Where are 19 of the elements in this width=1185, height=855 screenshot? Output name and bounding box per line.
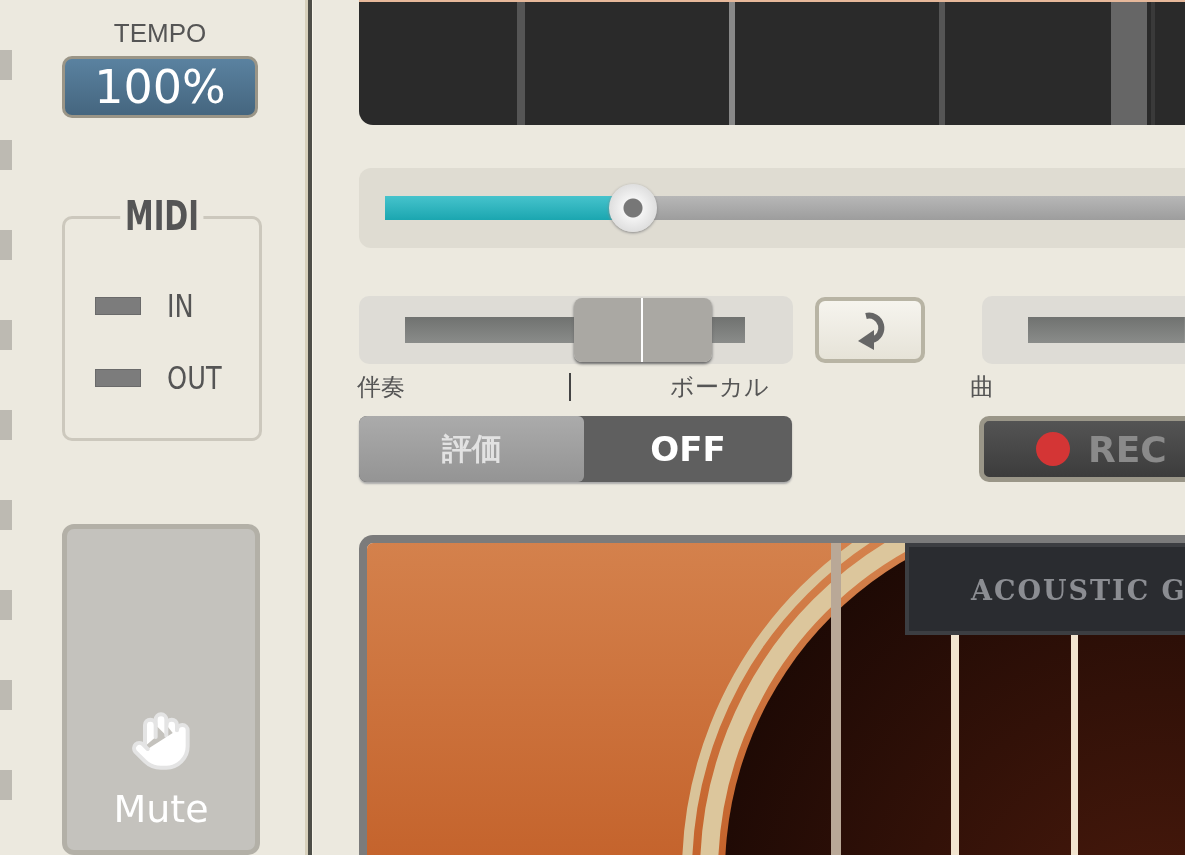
accompaniment-label: 伴奏 — [357, 372, 405, 403]
guitar-brand-label: ACOUSTIC G — [905, 543, 1185, 635]
center-mark — [569, 373, 571, 401]
midi-port-label: OUT — [167, 359, 222, 398]
rating-label: 評価 — [441, 429, 502, 468]
rating-toggle[interactable]: 評価 OFF — [359, 416, 792, 482]
position-slider-thumb[interactable] — [609, 184, 657, 232]
toggle-state-label: OFF — [649, 428, 727, 471]
balance-slider-thumb[interactable] — [574, 298, 713, 362]
song-label: 曲 — [970, 372, 994, 403]
vocal-label: ボーカル — [670, 372, 770, 403]
midi-port-label: IN — [167, 287, 194, 326]
toggle-knob[interactable]: 評価 — [359, 416, 584, 482]
loop-button[interactable] — [815, 297, 926, 363]
tempo-label: TEMPO — [112, 18, 208, 48]
tempo-value[interactable]: 100% — [62, 56, 258, 119]
rec-button[interactable]: REC — [979, 416, 1185, 482]
mute-button[interactable]: Mute — [62, 524, 260, 855]
record-dot-icon — [1036, 432, 1070, 466]
